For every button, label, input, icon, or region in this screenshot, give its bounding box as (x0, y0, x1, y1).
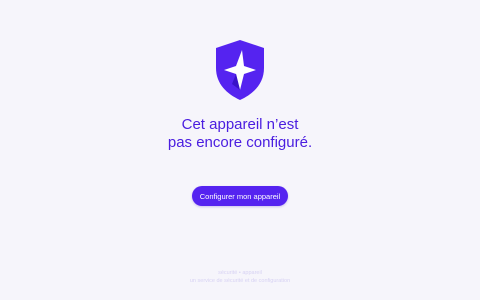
shield-logo-icon (212, 38, 268, 102)
setup-screen: Cet appareil n’est pas encore configuré.… (0, 0, 480, 300)
status-message-line-2: pas encore configuré. (167, 134, 313, 151)
status-message-line-1: Cet appareil n’est (181, 116, 299, 133)
footer: sécurité • appareil un service de sécuri… (0, 270, 480, 285)
footer-line-1: sécurité • appareil (218, 270, 262, 276)
footer-line-2: un service de sécurité et de configurati… (189, 277, 291, 284)
configure-device-button[interactable]: Configurer mon appareil (192, 186, 288, 206)
status-message: Cet appareil n’est pas encore configuré. (0, 116, 480, 152)
